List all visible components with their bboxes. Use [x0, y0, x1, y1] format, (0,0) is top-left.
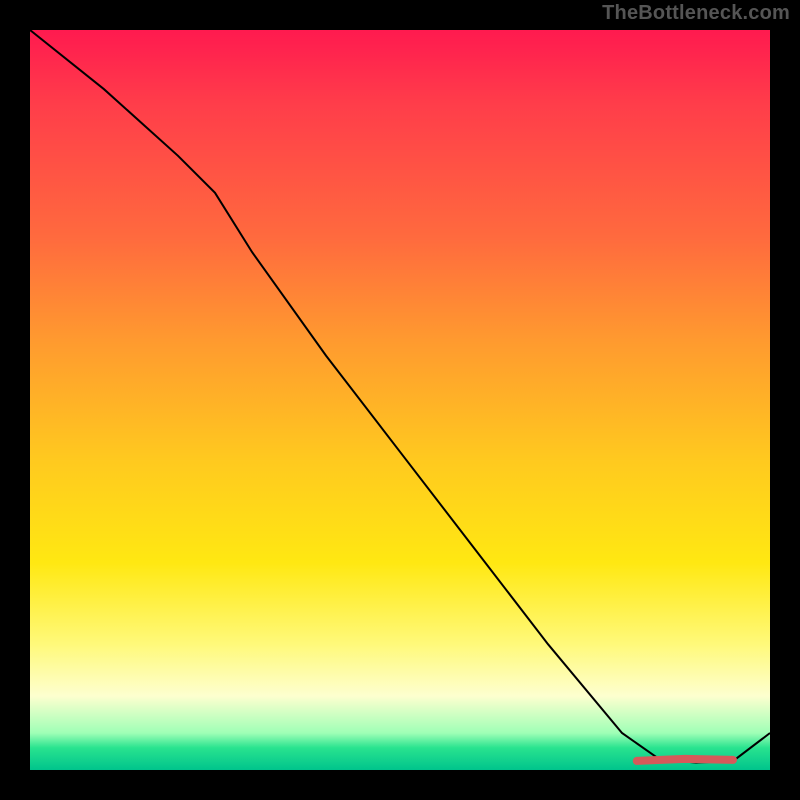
chart-overlay [30, 30, 770, 770]
bottleneck-curve [30, 30, 770, 763]
attribution-text: TheBottleneck.com [602, 2, 790, 25]
chart-container: TheBottleneck.com [0, 0, 800, 800]
valley-marker [637, 759, 733, 761]
plot-area [30, 30, 770, 770]
